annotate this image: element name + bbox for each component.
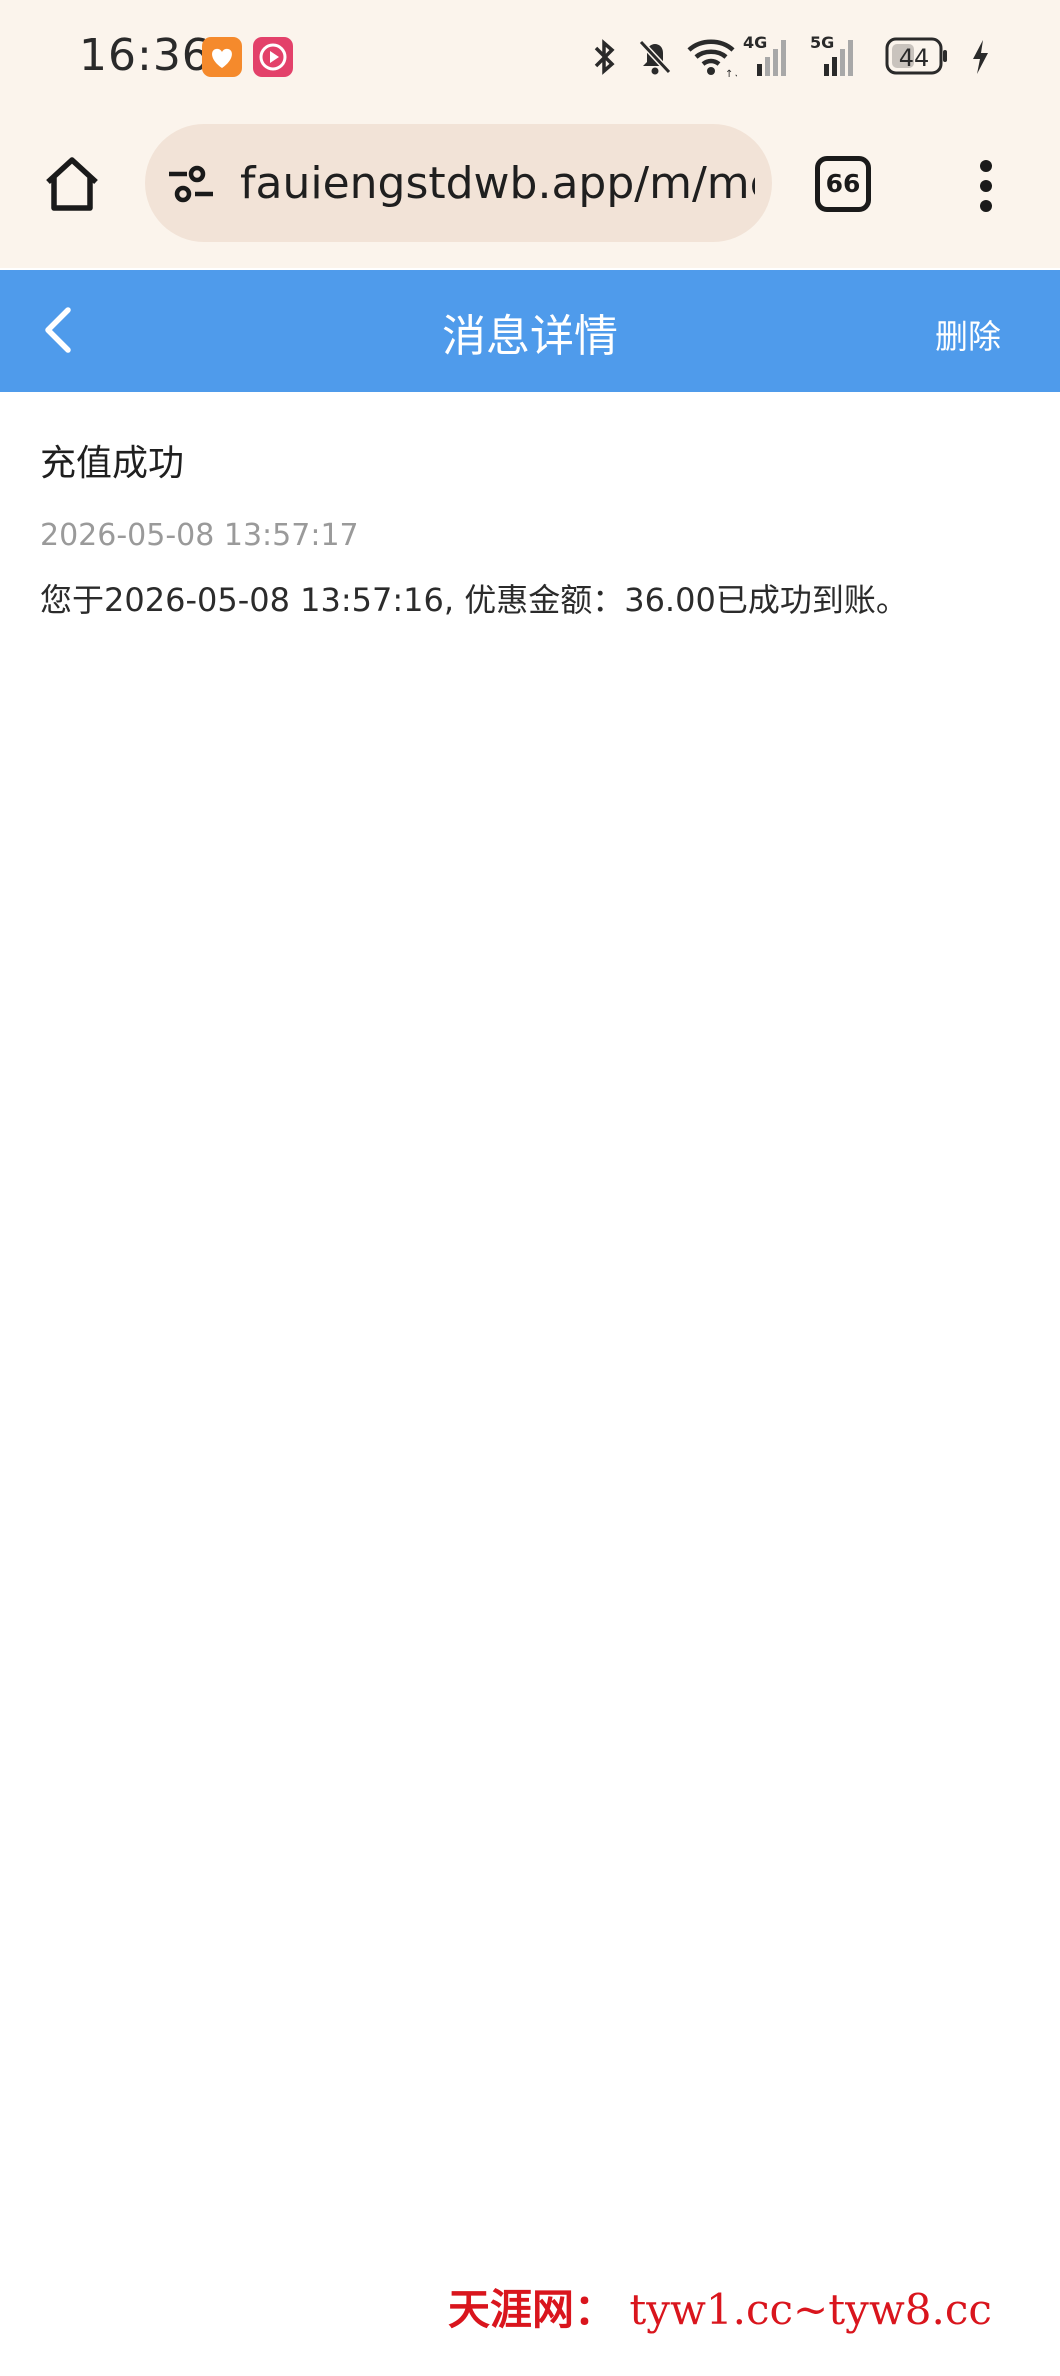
more-menu-icon[interactable] [968, 156, 1008, 216]
site-settings-icon[interactable] [165, 162, 217, 208]
svg-text:44: 44 [899, 44, 930, 72]
video-app-icon [253, 37, 293, 77]
status-time: 16:36 [79, 30, 211, 81]
watermark-domains: tyw1.cc~tyw8.cc [629, 2285, 992, 2334]
watermark-label: 天涯网： [448, 2285, 617, 2334]
delete-button[interactable]: 删除 [935, 310, 1001, 358]
home-icon[interactable] [40, 152, 104, 216]
svg-text:↑↓: ↑↓ [725, 69, 737, 78]
menu-dot [980, 160, 992, 172]
message-body: 您于2026-05-08 13:57:16, 优惠金额：36.00已成功到账。 [40, 581, 908, 619]
status-bar: 16:36 ↑↓ 4G 5G 44 [0, 0, 1060, 118]
browser-toolbar: fauiengstdwb.app/m/me 66 [0, 118, 1060, 268]
bluetooth-icon [594, 39, 615, 75]
address-bar[interactable]: fauiengstdwb.app/m/me [145, 124, 772, 242]
page-header: 消息详情 删除 [0, 270, 1060, 392]
message-timestamp: 2026-05-08 13:57:17 [40, 518, 359, 553]
wifi-icon: ↑↓ [687, 39, 737, 78]
signal-icon: 4G [743, 34, 786, 76]
mute-icon [638, 39, 672, 75]
page-title: 消息详情 [442, 311, 618, 362]
svg-text:4G: 4G [743, 34, 767, 52]
heart-app-icon [202, 37, 242, 77]
menu-dot [980, 180, 992, 192]
charging-icon [973, 40, 988, 74]
tabs-icon[interactable]: 66 [815, 156, 871, 212]
menu-dot [980, 200, 992, 212]
battery-icon: 44 [885, 37, 947, 75]
message-title: 充值成功 [40, 443, 185, 484]
tab-count[interactable]: 66 [815, 156, 871, 212]
svg-text:5G: 5G [810, 34, 834, 52]
watermark: 天涯网： tyw1.cc~tyw8.cc [448, 2276, 992, 2337]
url-text[interactable]: fauiengstdwb.app/m/me [240, 158, 755, 209]
signal-icon: 5G [810, 34, 853, 76]
